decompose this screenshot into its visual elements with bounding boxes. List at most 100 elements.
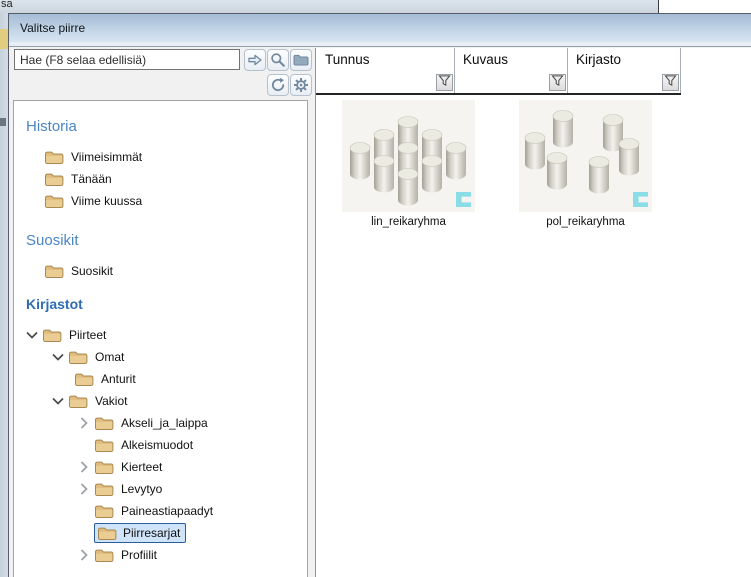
tree-item-viime-kuussa[interactable]: Viime kuussa: [44, 190, 307, 212]
filter-input-kirjasto[interactable]: [568, 73, 661, 93]
tree-item-levytyo[interactable]: Levytyo: [74, 478, 307, 500]
header-underline: [316, 93, 681, 95]
folder-icon: [94, 547, 114, 563]
go-button[interactable]: [244, 49, 266, 71]
tree-item-label: Viimeisimmät: [71, 150, 142, 164]
column-separator: [680, 48, 681, 95]
folder-icon: [68, 349, 88, 365]
section-header-libraries[interactable]: Kirjastot: [26, 296, 307, 318]
tree-item-piirteet[interactable]: Piirteet: [22, 324, 307, 346]
dialog-titlebar[interactable]: Valitse piirre: [9, 14, 751, 42]
tree-item-label: Akseli_ja_laippa: [121, 416, 208, 430]
folder-icon: [74, 371, 94, 387]
background-folder-fragment: [0, 29, 8, 49]
gear-icon: [293, 77, 309, 93]
background-left-strip: [0, 13, 8, 577]
result-item-label: lin_reikaryhma: [342, 216, 475, 228]
tree-item-label: Kierteet: [121, 460, 162, 474]
folder-icon: [94, 415, 114, 431]
folder-icon: [94, 437, 114, 453]
background-tick: [0, 118, 6, 126]
tree-item-label: Piirteet: [69, 328, 106, 342]
tree-item-label: Piirresarjat: [123, 526, 180, 540]
section-header-favorites[interactable]: Suosikit: [26, 232, 307, 254]
folder-icon: [44, 263, 64, 279]
column-header-kirjasto[interactable]: Kirjasto: [567, 48, 680, 72]
tree-item-label: Levytyo: [121, 482, 162, 496]
search-icon: [270, 52, 286, 68]
tree-item-anturit[interactable]: Anturit: [74, 368, 307, 390]
section-header-history[interactable]: Historia: [26, 118, 307, 140]
filter-input-tunnus[interactable]: [317, 73, 435, 93]
chevron-down-icon[interactable]: [48, 393, 68, 409]
chevron-right-icon[interactable]: [74, 459, 94, 475]
tree-item-alkeismuodot[interactable]: Alkeismuodot: [74, 434, 307, 456]
tree-item-vakiot[interactable]: Vakiot: [48, 390, 307, 412]
results-panel: Tunnus Kuvaus Kirjasto: [315, 48, 751, 577]
folder-icon: [44, 149, 64, 165]
screen: sa Valitse piirre: [0, 0, 751, 577]
tree-item-profiilit[interactable]: Profiilit: [74, 544, 307, 566]
tree-item-label: Paineastiapaadyt: [121, 504, 213, 518]
filter-button-kuvaus[interactable]: [549, 74, 566, 91]
tree-item-paineastiapaadyt[interactable]: Paineastiapaadyt: [74, 500, 307, 522]
background-clipped-text: sa: [1, 0, 13, 10]
tree-item-omat[interactable]: Omat: [48, 346, 307, 368]
chevron-spacer: [74, 503, 94, 519]
tree-item-label: Anturit: [101, 372, 136, 386]
chevron-down-icon[interactable]: [22, 327, 42, 343]
tree-item-label: Profiilit: [121, 548, 157, 562]
tree-item-tanaan[interactable]: Tänään: [44, 168, 307, 190]
filter-input-kuvaus[interactable]: [455, 73, 548, 93]
tree-item-piirresarjat[interactable]: Piirresarjat: [74, 522, 307, 544]
titlebar-substrip: [9, 42, 751, 47]
settings-button[interactable]: [290, 74, 312, 96]
folder-icon: [94, 459, 114, 475]
folder-icon: [94, 503, 114, 519]
result-item-lin-reikaryhma[interactable]: [342, 100, 475, 212]
tree-item-suosikit[interactable]: Suosikit: [44, 260, 307, 282]
tree-item-label: Tänään: [71, 172, 112, 186]
folder-icon: [97, 525, 117, 541]
tree-item-kierteet[interactable]: Kierteet: [74, 456, 307, 478]
folder-icon: [44, 171, 64, 187]
folder-icon: [68, 393, 88, 409]
refresh-icon: [270, 77, 286, 93]
chevron-down-icon[interactable]: [48, 349, 68, 365]
arrow-right-icon: [247, 52, 263, 68]
search-button[interactable]: [267, 49, 289, 71]
funnel-icon: [551, 74, 564, 92]
tree-item-label: Alkeismuodot: [121, 438, 193, 452]
filter-button-kirjasto[interactable]: [662, 74, 679, 91]
section-gap: [22, 282, 307, 296]
chevron-right-icon[interactable]: [74, 415, 94, 431]
tree-item-viimeisimmat[interactable]: Viimeisimmät: [44, 146, 307, 168]
selected-tree-item[interactable]: Piirresarjat: [94, 523, 186, 543]
search-input[interactable]: [14, 49, 240, 70]
library-tree-panel: Historia Viimeisimmät Tänään: [13, 100, 308, 577]
chevron-right-icon[interactable]: [74, 547, 94, 563]
browse-button[interactable]: [290, 49, 312, 71]
refresh-button[interactable]: [267, 74, 289, 96]
vertex-logo-icon: [456, 192, 471, 207]
background-window-strip: sa: [0, 0, 659, 13]
vertex-logo-icon: [633, 192, 648, 207]
tree-item-label: Vakiot: [95, 394, 127, 408]
filter-button-tunnus[interactable]: [436, 74, 453, 91]
funnel-icon: [664, 74, 677, 92]
folder-icon: [293, 52, 309, 68]
folder-icon: [44, 193, 64, 209]
funnel-icon: [438, 74, 451, 92]
tree-item-akseli-ja-laippa[interactable]: Akseli_ja_laippa: [74, 412, 307, 434]
result-item-label: pol_reikaryhma: [519, 216, 652, 228]
tree-item-label: Omat: [95, 350, 124, 364]
column-header-tunnus[interactable]: Tunnus: [316, 48, 454, 72]
result-item-pol-reikaryhma[interactable]: [519, 100, 652, 212]
folder-icon: [42, 327, 62, 343]
chevron-spacer: [74, 525, 94, 541]
column-header-kuvaus[interactable]: Kuvaus: [454, 48, 567, 72]
chevron-spacer: [74, 437, 94, 453]
dialog-body: Historia Viimeisimmät Tänään: [10, 48, 751, 577]
folder-icon: [94, 481, 114, 497]
chevron-right-icon[interactable]: [74, 481, 94, 497]
